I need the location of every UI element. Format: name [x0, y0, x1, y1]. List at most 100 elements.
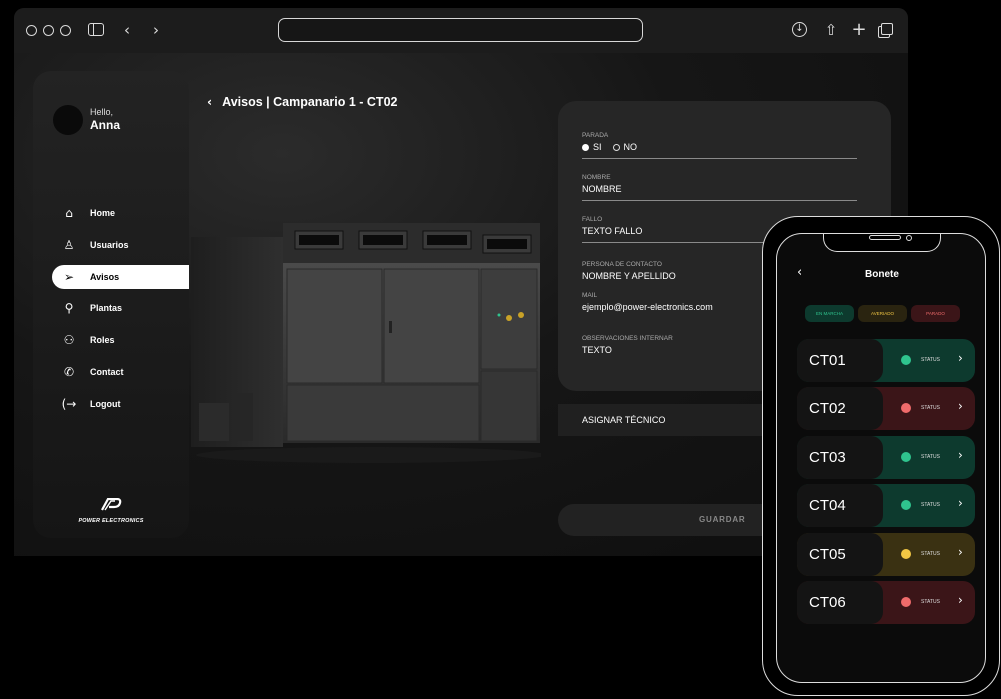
greeting: Hello, — [90, 107, 114, 117]
filter-parado[interactable]: PARADO — [911, 305, 960, 322]
brand-name: POWER ELECTRONICS — [78, 518, 144, 524]
field-nombre[interactable]: NOMBRE NOMBRE — [582, 174, 857, 201]
ct-name: CT01 — [809, 352, 846, 369]
filter-en-marcha[interactable]: EN MARCHA — [805, 305, 854, 322]
ct-name: CT05 — [809, 545, 846, 563]
zoom-window-button[interactable] — [60, 25, 71, 36]
phone-icon: ✆ — [63, 364, 75, 379]
user-name: Anna — [90, 118, 120, 132]
ct-row[interactable]: CT04 STATUS › — [797, 484, 975, 528]
parada-radio-group: SI NO — [582, 142, 857, 152]
users-icon: ⚇ — [63, 333, 75, 348]
camera-icon — [906, 235, 912, 241]
back-icon[interactable]: ‹ — [207, 94, 212, 109]
sidebar-item-label: Avisos — [90, 271, 120, 282]
chevron-right-icon: › — [958, 447, 963, 462]
status-label: STATUS — [921, 453, 940, 460]
radio-no[interactable] — [612, 143, 620, 151]
new-tab-icon[interactable]: + — [850, 20, 868, 40]
status-filters: EN MARCHA AVERIADO PARADO — [805, 305, 960, 322]
chevron-right-icon: › — [958, 496, 963, 511]
radio-label-no: NO — [623, 142, 638, 152]
send-icon: ➢ — [63, 269, 75, 284]
ct-row[interactable]: CT06 STATUS › — [797, 580, 975, 624]
window-controls — [26, 25, 71, 36]
status-dot-icon — [901, 403, 911, 414]
ct-name-cell: CT05 — [797, 532, 883, 576]
sidebar-item-roles[interactable]: ⚇ Roles — [33, 328, 189, 352]
back-arrow-icon[interactable]: ‹ — [119, 20, 135, 40]
save-button-label: GUARDAR — [699, 515, 746, 524]
phone-screen: ‹ Bonete EN MARCHA AVERIADO PARADO CT01 … — [776, 233, 986, 683]
sidebar-item-plantas[interactable]: ⚲ Plantas — [33, 296, 189, 320]
chevron-right-icon: › — [958, 544, 963, 559]
forward-arrow-icon[interactable]: › — [148, 20, 164, 40]
status-label: STATUS — [921, 405, 940, 412]
sidebar-item-label: Contact — [90, 366, 124, 377]
radio-si[interactable] — [582, 143, 589, 151]
inverter-station-image — [191, 223, 541, 463]
phone-title: Bonete — [865, 269, 899, 280]
ct-row[interactable]: CT02 STATUS › — [797, 387, 975, 431]
status-dot-icon — [901, 355, 911, 365]
logout-icon: (→ — [61, 396, 77, 411]
minimize-window-button[interactable] — [43, 25, 54, 36]
sidebar-item-contact[interactable]: ✆ Contact — [33, 360, 189, 384]
sidebar-item-label: Usuarios — [90, 239, 129, 250]
power-electronics-logo: POWER ELECTRONICS — [69, 497, 153, 524]
assign-technician-label: ASIGNAR TÉCNICO — [582, 415, 666, 425]
close-window-button[interactable] — [26, 25, 37, 36]
download-icon[interactable]: ↓ — [792, 20, 810, 40]
chevron-right-icon: › — [958, 351, 963, 365]
ct-name: CT04 — [809, 497, 846, 515]
nombre-input[interactable]: NOMBRE — [582, 184, 857, 194]
field-parada: PARADA SI NO — [582, 132, 857, 159]
divider — [582, 158, 857, 159]
sidebar-item-home[interactable]: ⌂ Home — [33, 201, 189, 225]
sidebar-menu: ⌂ Home ♙ Usuarios ➢ Avisos ⚲ Plantas ⚇ R… — [33, 201, 189, 424]
chevron-right-icon: › — [958, 592, 963, 607]
sidebar-toggle-icon[interactable] — [88, 20, 106, 40]
chevron-right-icon: › — [958, 399, 963, 414]
status-dot-icon — [901, 596, 911, 607]
ct-row[interactable]: CT01 STATUS › — [797, 339, 975, 382]
browser-toolbar: ‹ › ↓ ⇧ + — [14, 8, 908, 53]
divider — [582, 200, 857, 201]
tab-overview-icon[interactable] — [878, 20, 896, 40]
radio-label-si: SI — [593, 142, 602, 152]
status-label: STATUS — [921, 598, 940, 605]
ct-row[interactable]: CT03 STATUS › — [797, 435, 975, 479]
ct-row[interactable]: CT05 STATUS › — [797, 532, 975, 576]
ct-name: CT03 — [809, 448, 846, 466]
address-bar[interactable] — [278, 18, 643, 42]
status-dot-icon — [901, 548, 911, 559]
ct-name-cell: CT06 — [797, 580, 883, 624]
status-label: STATUS — [921, 502, 940, 509]
sidebar: Hello, Anna ⌂ Home ♙ Usuarios ➢ Avisos ⚲… — [33, 71, 189, 538]
filter-averiado[interactable]: AVERIADO — [858, 305, 907, 322]
share-icon[interactable]: ⇧ — [822, 20, 840, 40]
status-label: STATUS — [921, 357, 940, 363]
brand-mark-icon — [101, 497, 122, 511]
home-icon: ⌂ — [65, 206, 73, 220]
sidebar-item-label: Roles — [90, 335, 115, 346]
page-title: Avisos | Campanario 1 - CT02 — [222, 95, 398, 109]
phone-notch — [823, 234, 941, 252]
ct-name: CT06 — [809, 593, 846, 611]
avatar[interactable] — [53, 105, 83, 135]
save-button[interactable]: GUARDAR — [558, 504, 788, 536]
ct-name-cell: CT02 — [797, 387, 883, 431]
sidebar-item-usuarios[interactable]: ♙ Usuarios — [33, 233, 189, 257]
sidebar-item-avisos[interactable]: ➢ Avisos — [52, 264, 189, 289]
ct-name-cell: CT03 — [797, 435, 883, 479]
status-label: STATUS — [921, 550, 940, 557]
assign-technician-select[interactable]: ASIGNAR TÉCNICO — [558, 404, 788, 436]
ct-name: CT02 — [809, 400, 846, 418]
sidebar-item-logout[interactable]: (→ Logout — [33, 392, 189, 416]
status-dot-icon — [901, 451, 911, 462]
sidebar-item-label: Home — [90, 208, 116, 218]
field-label: PARADA — [582, 132, 609, 139]
phone-mockup: ‹ Bonete EN MARCHA AVERIADO PARADO CT01 … — [762, 216, 1000, 696]
user-icon: ♙ — [63, 237, 75, 252]
page-header: ‹ Avisos | Campanario 1 - CT02 — [207, 94, 397, 109]
